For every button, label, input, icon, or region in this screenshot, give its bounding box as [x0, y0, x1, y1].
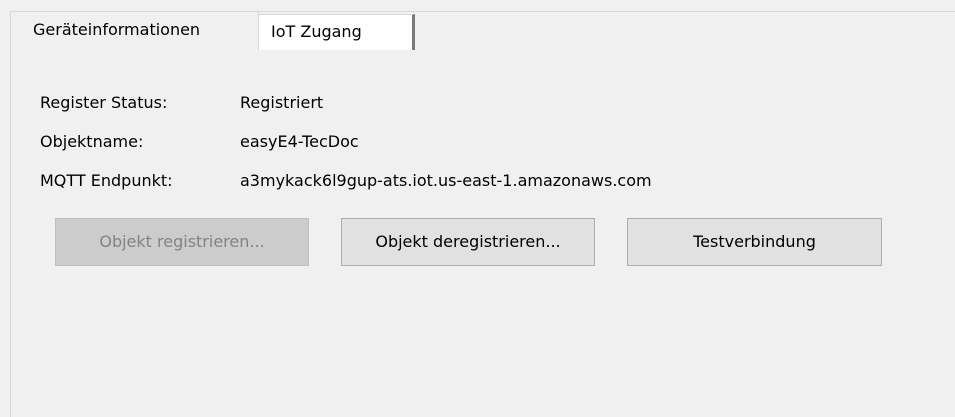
tab-iot-access-label: IoT Zugang — [271, 22, 362, 41]
test-connection-button[interactable]: Testverbindung — [627, 218, 882, 266]
register-status-value: Registriert — [240, 93, 324, 112]
mqtt-endpoint-value: a3mykack6l9gup-ats.iot.us-east-1.amazona… — [240, 171, 652, 190]
mqtt-endpoint-label: MQTT Endpunkt: — [40, 171, 173, 190]
tab-device-information-label: Geräteinformationen — [33, 20, 201, 39]
register-object-button[interactable]: Objekt registrieren... — [55, 218, 309, 266]
object-name-label: Objektname: — [40, 132, 144, 151]
object-name-value: easyE4-TecDoc — [240, 132, 359, 151]
deregister-object-button[interactable]: Objekt deregistrieren... — [341, 218, 595, 266]
register-status-label: Register Status: — [40, 93, 168, 112]
tab-device-information[interactable]: Geräteinformationen — [10, 11, 259, 50]
tab-iot-access[interactable]: IoT Zugang — [259, 14, 415, 50]
